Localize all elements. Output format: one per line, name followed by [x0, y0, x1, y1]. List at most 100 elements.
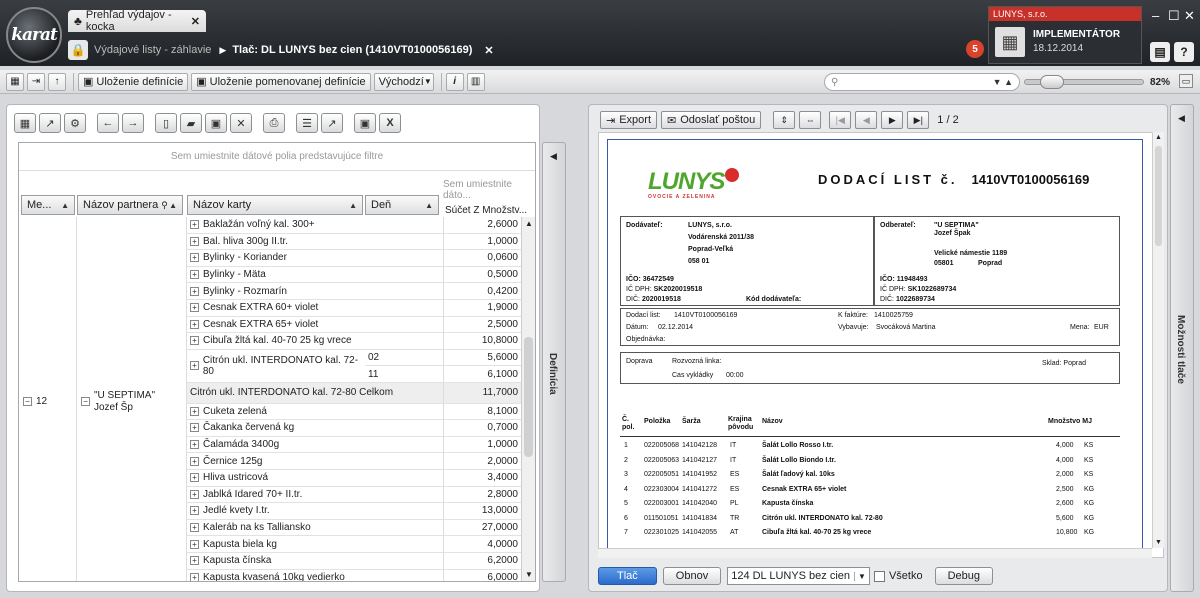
scrollbar-thumb[interactable]: [524, 337, 533, 457]
lock-icon[interactable]: 🔒: [68, 40, 88, 60]
expand-icon[interactable]: +: [190, 336, 199, 346]
expand-icon[interactable]: +: [190, 440, 199, 450]
collapse-right-icon[interactable]: ◀: [1178, 113, 1185, 124]
data-drop-zone[interactable]: Sem umiestnite dáto...: [443, 179, 533, 201]
vertical-scrollbar[interactable]: ▲ ▼: [521, 217, 535, 581]
grid-icon[interactable]: ▦: [6, 72, 24, 91]
save-icon[interactable]: ▣: [205, 113, 227, 133]
chart-icon[interactable]: ↗: [321, 113, 343, 133]
definition-side-tab[interactable]: ◀ Definícia: [542, 142, 566, 582]
filter-icon[interactable]: ⚲: [161, 200, 168, 211]
filter-drop-zone[interactable]: Sem umiestnite dátové polia predstavujúc…: [19, 143, 535, 171]
transport-box: [620, 352, 1120, 384]
fit-width-icon[interactable]: ⇔: [799, 111, 822, 129]
all-checkbox[interactable]: [873, 570, 885, 582]
scroll-down-icon[interactable]: ▼: [1155, 539, 1162, 546]
save-named-definition-button[interactable]: ▣ Uloženie pomenovanej definície: [191, 72, 371, 91]
header-month[interactable]: Me... ▲: [21, 195, 75, 215]
print-icon[interactable]: ⎙: [263, 113, 285, 133]
expand-icon[interactable]: +: [190, 253, 199, 263]
breadcrumb-item-headers[interactable]: Výdajové listy - záhlavie: [94, 44, 211, 56]
export-button[interactable]: ⇥ Export: [600, 111, 658, 129]
document-viewport[interactable]: LUNYS OVOCIE A ZELENINA DODACÍ LIST č. 141…: [598, 132, 1164, 558]
close-tab-icon[interactable]: ✕: [191, 15, 200, 28]
maximize-icon[interactable]: ☐: [1168, 8, 1180, 24]
header-card[interactable]: Názov karty ▲: [187, 195, 363, 215]
expand-icon[interactable]: +: [190, 236, 199, 246]
import-icon[interactable]: ⇥: [27, 72, 45, 91]
fit-height-icon[interactable]: ⇕: [773, 111, 796, 129]
print-button[interactable]: Tlač: [598, 567, 657, 585]
send-mail-button[interactable]: ✉ Odoslať poštou: [661, 111, 762, 129]
panel-icon[interactable]: ▤: [1150, 42, 1170, 62]
collapse-icon[interactable]: −: [23, 397, 32, 407]
search-options-icon[interactable]: ▼ ▲: [993, 77, 1013, 87]
expand-icon[interactable]: +: [190, 220, 199, 230]
pivot-layout-icon[interactable]: ▦: [14, 113, 36, 133]
excel-icon[interactable]: X: [379, 113, 401, 133]
next-page-icon[interactable]: ▶: [881, 111, 904, 129]
expand-icon[interactable]: +: [190, 506, 199, 516]
save-definition-button[interactable]: ▣ Uloženie definície: [78, 72, 189, 91]
expand-icon[interactable]: +: [190, 423, 199, 433]
invoice-value: 1410025759: [874, 312, 913, 319]
report-select[interactable]: 124 DL LUNYS bez cien ▼: [727, 567, 870, 585]
collapse-left-icon[interactable]: ◀: [550, 151, 557, 162]
close-breadcrumb-icon[interactable]: ✕: [484, 44, 493, 57]
forward-icon[interactable]: →: [122, 113, 144, 133]
definition-select[interactable]: Východzí ▼: [373, 72, 434, 91]
chart-add-icon[interactable]: ↗: [39, 113, 61, 133]
preview-vertical-scrollbar[interactable]: ▲ ▼: [1152, 132, 1164, 548]
pivot-day-cell: [365, 404, 443, 421]
expand-icon[interactable]: +: [190, 556, 199, 566]
prev-page-icon[interactable]: ◀: [855, 111, 878, 129]
scrollbar-thumb[interactable]: [1155, 146, 1162, 246]
page-icon[interactable]: ▭: [1179, 74, 1193, 88]
expand-icon[interactable]: +: [190, 361, 199, 371]
close-window-icon[interactable]: ✕: [1184, 8, 1195, 24]
company-panel[interactable]: LUNYS, s.r.o. ▦ IMPLEMENTÁTOR 18.12.2014: [988, 6, 1142, 64]
print-options-side-tab[interactable]: ◀ Možnosti tlače: [1170, 104, 1194, 592]
breadcrumb-item-print[interactable]: Tlač: DL LUNYS bez cien (1410VT010005616…: [232, 44, 472, 56]
collapse-icon[interactable]: −: [81, 397, 90, 407]
scroll-up-icon[interactable]: ▲: [1155, 134, 1162, 141]
expand-icon[interactable]: +: [190, 270, 199, 280]
scroll-down-icon[interactable]: ▼: [525, 570, 533, 579]
open-folder-icon[interactable]: ▰: [180, 113, 202, 133]
field-list-icon[interactable]: ☰: [296, 113, 318, 133]
refresh-button[interactable]: Obnov: [662, 567, 722, 585]
expand-icon[interactable]: +: [190, 539, 199, 549]
expand-icon[interactable]: +: [190, 303, 199, 313]
header-day[interactable]: Deň ▲: [365, 195, 439, 215]
help-icon[interactable]: ?: [1174, 42, 1194, 62]
minimize-icon[interactable]: –: [1152, 8, 1159, 23]
expand-icon[interactable]: +: [190, 489, 199, 499]
zoom-slider-handle[interactable]: [1040, 75, 1064, 89]
last-page-icon[interactable]: ▶|: [907, 111, 930, 129]
header-partner[interactable]: Názov partnera ⚲ ▲: [77, 195, 183, 215]
line-name: Šalát ľadový kal. 10ks: [762, 471, 835, 478]
barcode-icon[interactable]: ▥: [466, 72, 485, 91]
pivot-value-cell: 5,6000: [443, 349, 521, 367]
expand-icon[interactable]: +: [190, 572, 199, 581]
debug-button[interactable]: Debug: [934, 567, 994, 585]
settings-icon[interactable]: ⚙: [64, 113, 86, 133]
expand-icon[interactable]: +: [190, 286, 199, 296]
expand-icon[interactable]: +: [190, 319, 199, 329]
expand-icon[interactable]: +: [190, 406, 199, 416]
search-input[interactable]: ⚲ ▼ ▲: [824, 73, 1020, 91]
notification-badge[interactable]: 5: [966, 40, 984, 58]
up-icon[interactable]: ↑: [48, 72, 66, 91]
back-icon[interactable]: ←: [97, 113, 119, 133]
info-icon[interactable]: i: [445, 72, 464, 91]
expand-icon[interactable]: +: [190, 473, 199, 483]
new-document-icon[interactable]: ▯: [155, 113, 177, 133]
expand-icon[interactable]: +: [190, 523, 199, 533]
preview-horizontal-scrollbar[interactable]: [598, 548, 1152, 558]
expand-icon[interactable]: +: [190, 456, 199, 466]
save-layout-icon[interactable]: ▣: [354, 113, 376, 133]
scroll-up-icon[interactable]: ▲: [525, 219, 533, 228]
delete-icon[interactable]: ✕: [230, 113, 252, 133]
app-tab[interactable]: ♣ Prehľad výdajov - kocka ✕: [68, 9, 206, 33]
first-page-icon[interactable]: |◀: [829, 111, 852, 129]
